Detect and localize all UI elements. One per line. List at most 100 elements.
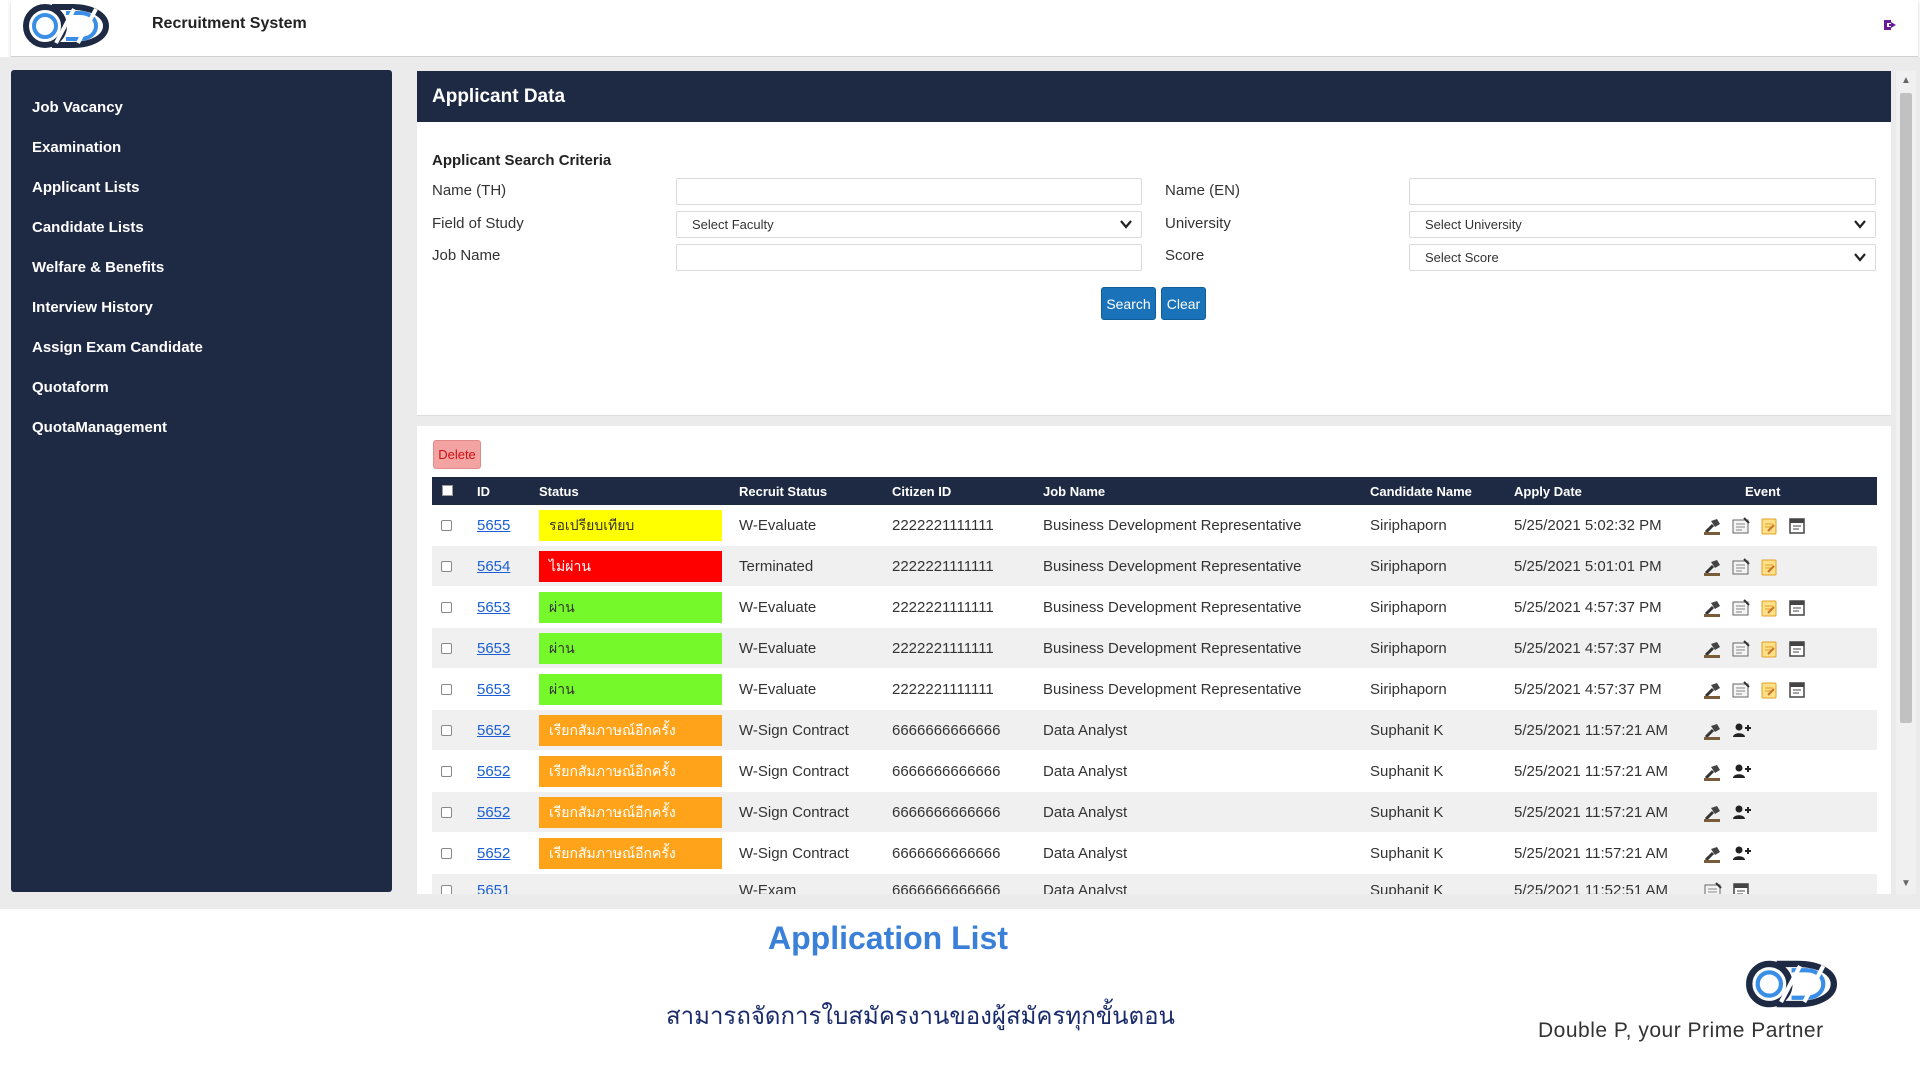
page-scrollbar[interactable]: ▲ ▼	[1896, 71, 1916, 894]
row-checkbox[interactable]	[441, 725, 452, 736]
applicant-id-link[interactable]: 5652	[477, 845, 510, 862]
hammer-icon[interactable]	[1702, 598, 1724, 618]
note-icon[interactable]	[1758, 639, 1780, 659]
table-row[interactable]: 5655 รอเปรียบเทียบ W-Evaluate 2222221111111…	[432, 505, 1877, 546]
company-logo[interactable]	[22, 3, 126, 49]
calendar-icon[interactable]	[1786, 639, 1808, 659]
column-header-id[interactable]: ID	[477, 484, 490, 499]
sidebar-item-examination[interactable]: Examination	[11, 128, 392, 168]
table-row[interactable]: 5652 เรียกสัมภาษณ์อีกครั้ง W-Sign Contract…	[432, 751, 1877, 792]
table-row[interactable]: 5653 ผ่าน W-Evaluate 2222221111111 Business …	[432, 628, 1877, 669]
sidebar-item-candidate-lists[interactable]: Candidate Lists	[11, 208, 392, 248]
citizen-id-cell: 6666666666666	[892, 722, 1001, 739]
score-select[interactable]: Select Score	[1409, 244, 1876, 271]
row-checkbox[interactable]	[441, 766, 452, 777]
job-name-cell: Data Analyst	[1043, 845, 1128, 862]
sidebar-item-applicant-lists[interactable]: Applicant Lists	[11, 168, 392, 208]
citizen-id-cell: 6666666666666	[892, 763, 1001, 780]
university-select[interactable]: Select University	[1409, 211, 1876, 238]
calendar-icon[interactable]	[1730, 881, 1752, 894]
column-header-citizen-id[interactable]: Citizen ID	[892, 484, 951, 499]
table-row[interactable]: 5653 ผ่าน W-Evaluate 2222221111111 Business …	[432, 587, 1877, 628]
column-header-recruit-status[interactable]: Recruit Status	[739, 484, 827, 499]
row-checkbox[interactable]	[441, 807, 452, 818]
applicant-id-link[interactable]: 5652	[477, 722, 510, 739]
row-checkbox[interactable]	[441, 602, 452, 613]
form-icon[interactable]	[1730, 598, 1752, 618]
table-row[interactable]: 5652 เรียกสัมภาษณ์อีกครั้ง W-Sign Contract…	[432, 792, 1877, 833]
applicant-id-link[interactable]: 5653	[477, 640, 510, 657]
note-icon[interactable]	[1758, 680, 1780, 700]
hammer-icon[interactable]	[1702, 516, 1724, 536]
table-row[interactable]: 5651 W-Exam 6666666666666 Data Analyst Supha…	[432, 874, 1877, 894]
hammer-icon[interactable]	[1702, 844, 1724, 864]
apply-date-cell: 5/25/2021 5:02:32 PM	[1514, 517, 1662, 534]
hammer-icon[interactable]	[1702, 803, 1724, 823]
scroll-up-arrow-icon[interactable]: ▲	[1900, 75, 1912, 87]
user-add-icon[interactable]	[1730, 721, 1752, 741]
select-all-checkbox[interactable]	[442, 485, 453, 496]
search-button[interactable]: Search	[1101, 287, 1156, 320]
note-icon[interactable]	[1758, 516, 1780, 536]
row-checkbox[interactable]	[441, 684, 452, 695]
delete-button[interactable]: Delete	[433, 440, 481, 469]
sidebar-item-assign-exam-candidate[interactable]: Assign Exam Candidate	[11, 328, 392, 368]
column-header-candidate-name[interactable]: Candidate Name	[1370, 484, 1472, 499]
row-checkbox[interactable]	[441, 520, 452, 531]
user-add-icon[interactable]	[1730, 803, 1752, 823]
column-header-job-name[interactable]: Job Name	[1043, 484, 1105, 499]
clear-button[interactable]: Clear	[1161, 287, 1206, 320]
applicant-id-link[interactable]: 5652	[477, 763, 510, 780]
applicant-id-link[interactable]: 5652	[477, 804, 510, 821]
hammer-icon[interactable]	[1702, 762, 1724, 782]
applicant-id-link[interactable]: 5655	[477, 517, 510, 534]
applicant-id-link[interactable]: 5653	[477, 599, 510, 616]
form-icon[interactable]	[1730, 639, 1752, 659]
column-header-apply-date[interactable]: Apply Date	[1514, 484, 1582, 499]
sidebar-item-welfare-benefits[interactable]: Welfare & Benefits	[11, 248, 392, 288]
event-actions	[1702, 516, 1808, 536]
form-icon[interactable]	[1730, 516, 1752, 536]
applicant-id-link[interactable]: 5654	[477, 558, 510, 575]
row-checkbox[interactable]	[441, 848, 452, 859]
applicant-id-link[interactable]: 5651	[477, 882, 510, 894]
name-th-input[interactable]	[676, 178, 1142, 205]
applicant-id-link[interactable]: 5653	[477, 681, 510, 698]
job-name-input[interactable]	[676, 244, 1142, 271]
job-name-cell: Data Analyst	[1043, 763, 1128, 780]
candidate-name-cell: Suphanit K	[1370, 845, 1444, 862]
sidebar-item-quotaform[interactable]: Quotaform	[11, 368, 392, 408]
note-icon[interactable]	[1758, 557, 1780, 577]
form-icon[interactable]	[1702, 881, 1724, 894]
table-row[interactable]: 5654 ไม่ผ่าน Terminated 2222221111111 Busine…	[432, 546, 1877, 587]
table-row[interactable]: 5653 ผ่าน W-Evaluate 2222221111111 Business …	[432, 669, 1877, 710]
scroll-down-arrow-icon[interactable]: ▼	[1900, 878, 1912, 890]
user-add-icon[interactable]	[1730, 844, 1752, 864]
logout-icon[interactable]	[1882, 16, 1900, 34]
note-icon[interactable]	[1758, 598, 1780, 618]
row-checkbox[interactable]	[441, 643, 452, 654]
form-icon[interactable]	[1730, 557, 1752, 577]
hammer-icon[interactable]	[1702, 680, 1724, 700]
row-checkbox[interactable]	[441, 561, 452, 572]
row-checkbox[interactable]	[441, 885, 452, 894]
recruit-status-cell: W-Evaluate	[739, 681, 817, 698]
scroll-thumb[interactable]	[1900, 93, 1912, 723]
table-row[interactable]: 5652 เรียกสัมภาษณ์อีกครั้ง W-Sign Contract…	[432, 710, 1877, 751]
hammer-icon[interactable]	[1702, 557, 1724, 577]
field-of-study-select[interactable]: Select Faculty	[676, 211, 1142, 238]
form-icon[interactable]	[1730, 680, 1752, 700]
calendar-icon[interactable]	[1786, 680, 1808, 700]
hammer-icon[interactable]	[1702, 721, 1724, 741]
sidebar-item-quota-management[interactable]: QuotaManagement	[11, 408, 392, 448]
calendar-icon[interactable]	[1786, 598, 1808, 618]
sidebar-item-interview-history[interactable]: Interview History	[11, 288, 392, 328]
name-en-input[interactable]	[1409, 178, 1876, 205]
user-add-icon[interactable]	[1730, 762, 1752, 782]
sidebar-item-job-vacancy[interactable]: Job Vacancy	[11, 88, 392, 128]
hammer-icon[interactable]	[1702, 639, 1724, 659]
table-row[interactable]: 5652 เรียกสัมภาษณ์อีกครั้ง W-Sign Contract…	[432, 833, 1877, 874]
footer-slogan: Double P, your Prime Partner	[1538, 1019, 1824, 1042]
column-header-status[interactable]: Status	[539, 484, 579, 499]
calendar-icon[interactable]	[1786, 516, 1808, 536]
